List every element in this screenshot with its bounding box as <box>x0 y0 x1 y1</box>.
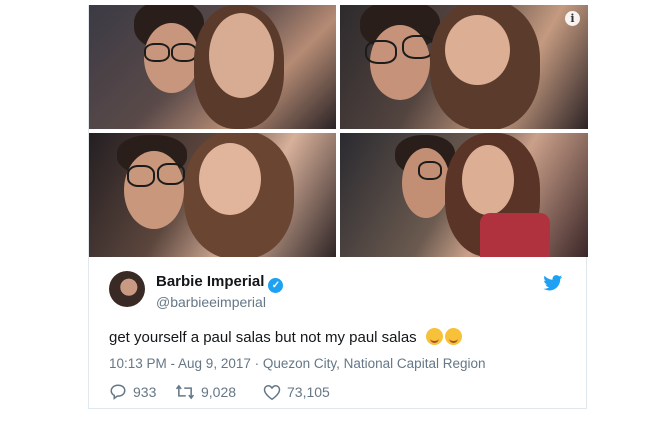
avatar[interactable] <box>109 271 145 307</box>
reply-icon <box>110 384 126 400</box>
tweet-card: i Barbie Imperial ✓ @barbieeimperial get… <box>88 5 588 409</box>
like-button[interactable]: 73,105 <box>263 382 330 402</box>
twitter-bird-icon[interactable] <box>543 275 563 291</box>
meta-separator: · <box>250 356 263 371</box>
retweet-count: 9,028 <box>201 384 237 400</box>
photo-glasses <box>365 40 397 64</box>
photo-glasses <box>127 165 155 187</box>
info-icon[interactable]: i <box>565 11 580 26</box>
photo-face <box>445 15 510 85</box>
tweet-text: get yourself a paul salas but not my pau… <box>109 328 462 346</box>
retweet-button[interactable]: 9,028 <box>175 382 236 402</box>
retweet-icon <box>175 384 195 400</box>
tweet-header: Barbie Imperial ✓ @barbieeimperial <box>109 268 569 310</box>
photo-glasses <box>418 161 442 180</box>
author-name-text[interactable]: Barbie Imperial <box>156 273 264 290</box>
tweet-photo-4[interactable] <box>340 133 588 257</box>
face-savoring-food-emoji <box>425 328 443 345</box>
photo-glasses <box>144 43 170 62</box>
author-name[interactable]: Barbie Imperial ✓ <box>156 273 284 293</box>
location-link[interactable]: Quezon City, National Capital Region <box>263 356 486 371</box>
photo-grid: i <box>89 5 588 257</box>
tweet-text-content: get yourself a paul salas but not my pau… <box>109 329 417 346</box>
like-count: 73,105 <box>287 384 330 400</box>
tweet-meta: 10:13 PM - Aug 9, 2017 · Quezon City, Na… <box>109 356 485 371</box>
reply-button[interactable]: 933 <box>109 382 156 402</box>
smiling-face-with-hearts-emoji <box>444 328 462 345</box>
photo-face <box>462 145 514 215</box>
tweet-photo-3[interactable] <box>89 133 336 257</box>
photo-face <box>402 148 450 218</box>
photo-dress <box>480 213 550 257</box>
photo-face <box>199 143 261 215</box>
verified-badge-icon: ✓ <box>268 278 284 293</box>
tweet-photo-2[interactable]: i <box>340 5 588 129</box>
photo-face <box>209 13 274 98</box>
reply-count: 933 <box>133 384 157 400</box>
author-handle[interactable]: @barbieeimperial <box>156 294 266 310</box>
timestamp-link[interactable]: 10:13 PM - Aug 9, 2017 <box>109 356 251 371</box>
tweet-photo-1[interactable] <box>89 5 336 129</box>
heart-icon <box>263 384 281 400</box>
photo-glasses <box>157 163 185 185</box>
